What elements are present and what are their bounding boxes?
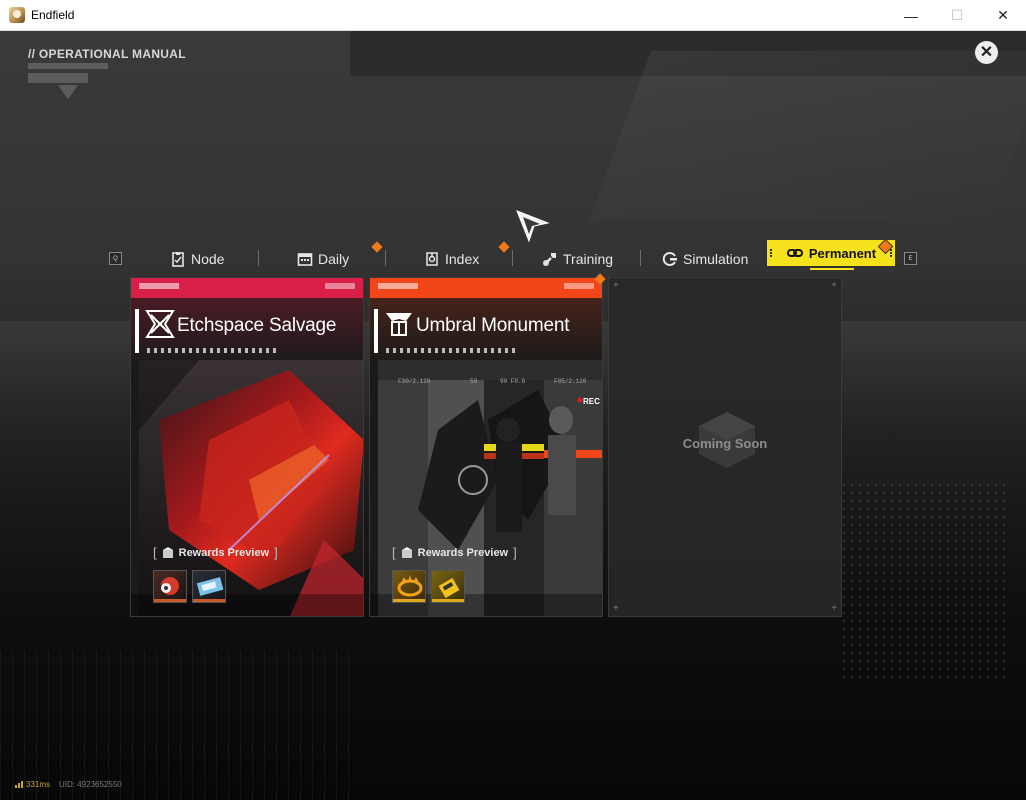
tab-label: Training — [563, 251, 614, 267]
coming-soon-label: Coming Soon — [682, 436, 768, 451]
svg-text:F85/2.120: F85/2.120 — [554, 378, 587, 385]
card-accent-bar — [135, 309, 139, 353]
tab-edge-mark — [890, 249, 892, 257]
bracket-left: [ — [392, 545, 396, 560]
reward-rarity-strip — [193, 599, 225, 602]
game-viewport: // OPERATIONAL MANUAL ✕ Q Node Daily Ind… — [0, 31, 1026, 800]
card-top-strip — [370, 278, 602, 298]
etchspace-salvage-icon — [145, 310, 175, 338]
svg-text:F30/2.120: F30/2.120 — [398, 378, 431, 385]
card-accent-bar — [374, 309, 378, 353]
tab-divider — [640, 250, 641, 266]
bracket-right: ] — [513, 545, 517, 560]
rewards-preview-text: Rewards Preview — [417, 546, 509, 559]
tab-daily[interactable]: Daily — [297, 244, 349, 274]
signal-bars-icon — [15, 781, 23, 788]
corner-mark: + — [613, 280, 619, 291]
network-latency: 331ms — [15, 780, 50, 789]
rewards-preview-label: [ Rewards Preview ] — [392, 545, 517, 560]
simulation-icon — [662, 252, 677, 266]
window-titlebar: Endfield — ☐ ✕ — [0, 0, 1026, 31]
clipboard-icon — [172, 252, 184, 267]
tab-training[interactable]: Training — [542, 244, 613, 274]
card-subtitle-code — [386, 348, 516, 353]
bracket-left: [ — [153, 545, 157, 560]
tab-divider — [385, 250, 386, 266]
app-icon — [9, 7, 25, 23]
card-top-text — [325, 283, 355, 289]
prev-tab-key-hint[interactable]: Q — [109, 252, 122, 265]
svg-text:90 F0.6: 90 F0.6 — [500, 378, 526, 385]
background-dot-pattern — [840, 481, 1010, 681]
card-subtitle-code — [147, 348, 277, 353]
index-notice-icon — [498, 241, 510, 253]
card-title: Umbral Monument — [416, 315, 570, 336]
reward-item[interactable] — [192, 570, 226, 603]
tab-index[interactable]: Index — [424, 244, 479, 274]
section-title: // OPERATIONAL MANUAL — [28, 47, 186, 61]
tab-label: Index — [445, 251, 480, 267]
reward-rarity-strip — [393, 599, 425, 602]
tab-label: Permanent — [808, 245, 877, 261]
reward-item[interactable] — [392, 570, 426, 603]
maximize-button[interactable]: ☐ — [934, 0, 980, 31]
link-icon — [786, 249, 803, 257]
reward-item[interactable] — [431, 570, 465, 603]
tab-simulation[interactable]: Simulation — [662, 244, 748, 274]
tab-label: Node — [191, 251, 225, 267]
tab-divider — [512, 250, 513, 266]
tab-permanent[interactable]: Permanent — [767, 240, 895, 266]
tab-divider — [258, 250, 259, 266]
ping-value: 331ms — [26, 780, 51, 789]
daily-notice-icon — [371, 241, 383, 253]
rewards-preview-text: Rewards Preview — [178, 546, 270, 559]
tab-label: Daily — [318, 251, 350, 267]
tab-label: Simulation — [683, 251, 749, 267]
reward-rarity-strip — [154, 599, 186, 602]
cursor-arrow-icon — [516, 210, 550, 243]
player-uid: UID: 4923652550 — [59, 780, 122, 789]
reward-rarity-strip — [432, 599, 464, 602]
active-tab-underline — [810, 268, 854, 270]
tab-edge-mark — [770, 249, 772, 257]
close-manual-button[interactable]: ✕ — [975, 41, 998, 64]
tab-node[interactable]: Node — [170, 244, 224, 274]
card-top-strip — [131, 278, 363, 298]
card-title: Etchspace Salvage — [177, 315, 337, 336]
minimize-button[interactable]: — — [888, 0, 934, 31]
window-controls: — ☐ ✕ — [888, 0, 1026, 31]
mission-card-etchspace-salvage[interactable]: Etchspace Salvage [ Rewards Preview ] — [130, 277, 364, 617]
card-top-text — [564, 283, 594, 289]
reward-item[interactable] — [153, 570, 187, 603]
card-top-text — [378, 283, 418, 289]
background-machinery — [589, 51, 1026, 221]
corner-mark: + — [613, 603, 619, 614]
rec-indicator: REC — [583, 397, 600, 406]
rewards-preview-label: [ Rewards Preview ] — [153, 545, 278, 560]
umbral-monument-icon — [386, 313, 412, 336]
corner-mark: + — [831, 603, 837, 614]
manual-logo-icon — [28, 63, 108, 99]
mission-card-umbral-monument[interactable]: F30/2.120 50 90 F0.6 F85/2.120 REC Umbra… — [369, 277, 603, 617]
svg-text:50: 50 — [470, 378, 478, 385]
box-icon — [162, 546, 173, 558]
background-line-pattern — [0, 651, 360, 800]
card-top-text — [139, 283, 179, 289]
box-icon — [401, 546, 412, 558]
corner-mark: + — [831, 280, 837, 291]
window-title: Endfield — [31, 8, 75, 22]
close-window-button[interactable]: ✕ — [980, 0, 1026, 31]
mission-card-coming-soon: + + + + Coming Soon — [608, 277, 842, 617]
calendar-icon — [297, 253, 313, 266]
next-tab-key-hint[interactable]: E — [904, 252, 917, 265]
wrench-icon — [543, 253, 556, 266]
index-icon — [426, 252, 438, 266]
bracket-right: ] — [274, 545, 278, 560]
